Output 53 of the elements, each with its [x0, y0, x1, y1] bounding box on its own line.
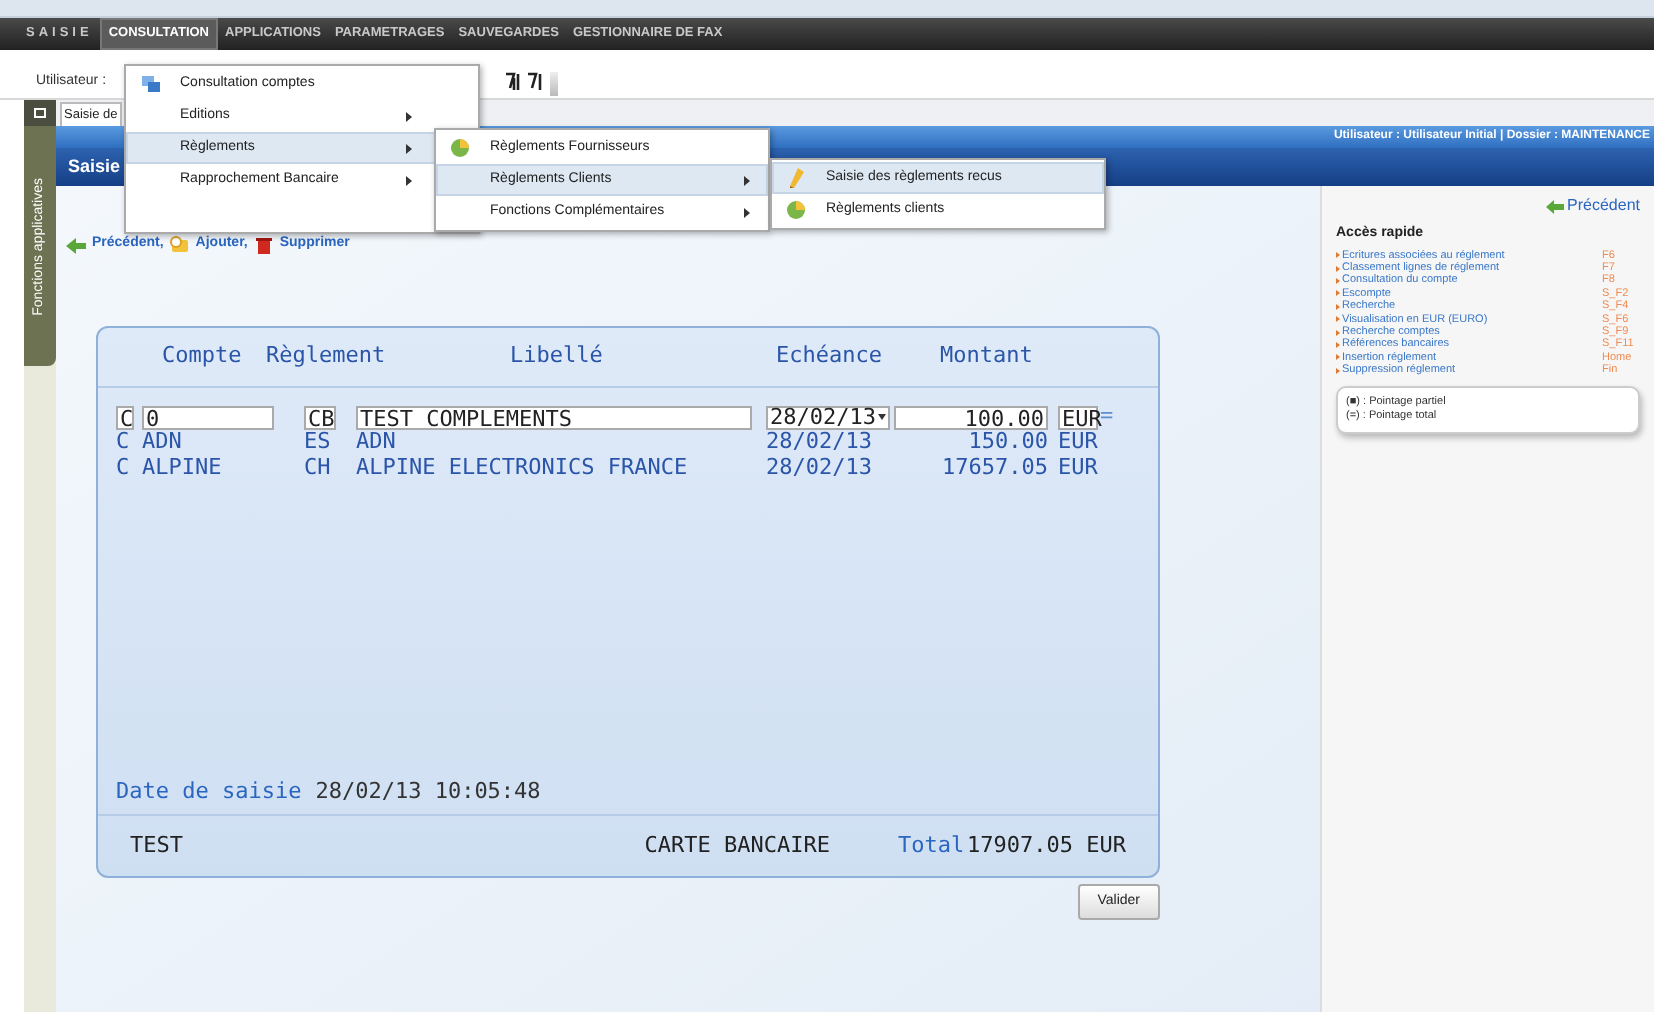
amount: 150.00 [966, 427, 1048, 457]
account: ALPINE [142, 452, 224, 485]
due-date: 28/02/13 [766, 452, 874, 485]
amount-field[interactable]: 100.00 [894, 405, 1048, 429]
payment-code-field[interactable]: CB [304, 405, 336, 429]
caret-icon[interactable] [878, 414, 886, 420]
sort-icon[interactable] [526, 72, 544, 90]
label: ADN [356, 427, 398, 458]
currency-field[interactable]: EUR [1058, 405, 1098, 429]
direction-field[interactable]: C [116, 405, 134, 429]
column-header: Compte [162, 340, 244, 373]
label: ALPINE ELECTRONICS FRANCE [356, 452, 690, 485]
currency: EUR [1058, 452, 1098, 485]
direction: C [116, 452, 132, 485]
column-header: Montant [940, 340, 1035, 373]
direction: C [116, 427, 132, 457]
payment-code: CH [304, 452, 333, 485]
submenu-arrow-icon[interactable] [406, 143, 412, 153]
accounts-icon[interactable] [140, 74, 160, 94]
total-label: Total [898, 829, 965, 862]
due-date-dropdown[interactable]: 28/02/13 [766, 405, 890, 429]
column-header: Libellé [510, 340, 605, 373]
payment-code: ES [304, 427, 333, 457]
page-title: Saisie [68, 153, 121, 180]
currency: EUR [1058, 427, 1098, 458]
submenu-arrow-icon[interactable] [406, 111, 412, 121]
submenu-arrow-icon[interactable] [744, 175, 750, 185]
date-value: 28/02/13 10:05:48 [315, 776, 541, 809]
disc-icon[interactable] [450, 138, 470, 158]
add-icon[interactable] [169, 236, 190, 254]
trash-icon[interactable] [253, 236, 274, 254]
amount: 17657.05 [940, 452, 1048, 485]
total-value: 17907.05 EUR [967, 829, 1126, 862]
pencil-icon[interactable] [786, 168, 806, 188]
disc-icon[interactable] [786, 200, 806, 220]
back-arrow-icon[interactable] [66, 237, 86, 253]
reconciled-mark: = [1100, 400, 1114, 433]
submenu-arrow-icon[interactable] [744, 207, 750, 217]
column-header: Règlement [266, 340, 388, 373]
toolbar-separator [550, 72, 558, 96]
account: ADN [142, 427, 184, 458]
column-header: Echéance [776, 340, 884, 373]
collapse-icon[interactable] [34, 108, 46, 118]
submenu-arrow-icon[interactable] [406, 175, 412, 185]
reference-value: TEST [130, 829, 185, 862]
due-date: 28/02/13 [766, 426, 874, 457]
payment-method: CARTE BANCAIRE [642, 829, 830, 862]
date-label: Date de saisie [116, 776, 302, 809]
account-field[interactable]: 0 [142, 405, 274, 429]
back-arrow-icon[interactable] [1545, 199, 1564, 213]
sort-icon[interactable] [504, 72, 522, 90]
label-field[interactable]: TEST COMPLEMENTS [356, 405, 752, 429]
back-link[interactable]: Précédent [1567, 194, 1640, 218]
